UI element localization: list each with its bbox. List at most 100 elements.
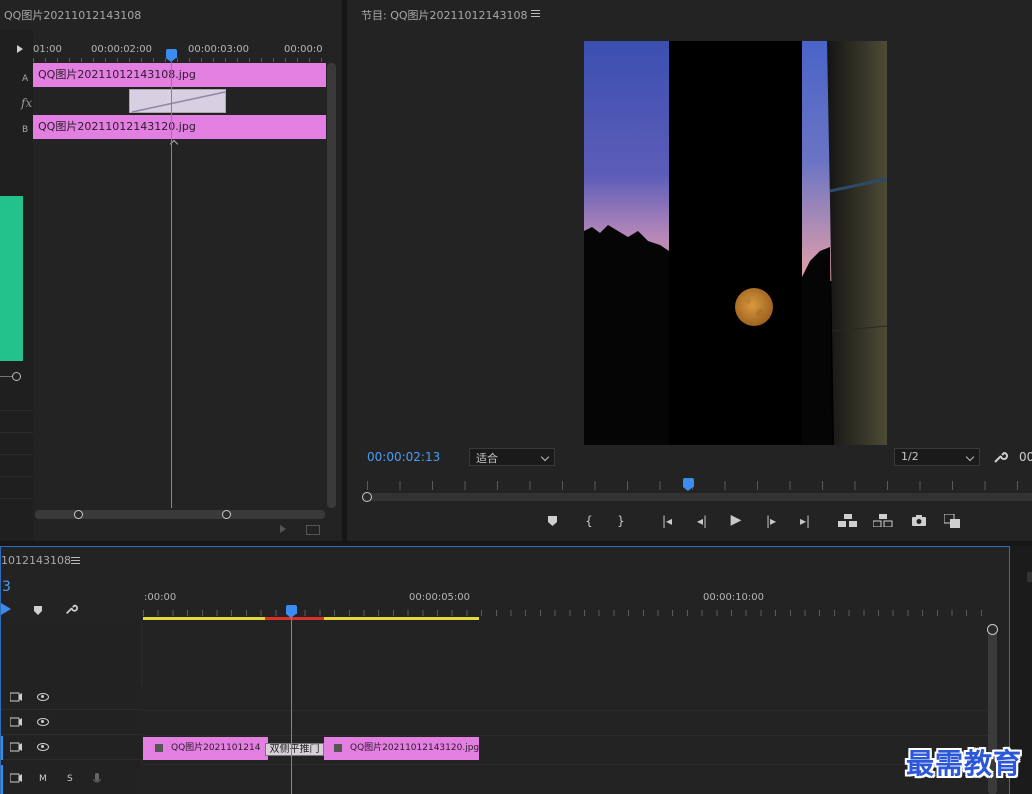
step-forward-icon[interactable]: |▸ [761, 513, 781, 529]
program-monitor: 节目: QQ图片20211012143108 00:00:02:13 适合 1/… [347, 0, 1032, 541]
resolution-dropdown-value: 1/2 [901, 450, 919, 463]
play-audio-icon[interactable] [280, 525, 286, 533]
clip-a[interactable]: QQ图片20211012143108.jpg [33, 63, 326, 87]
resolution-dropdown[interactable]: 1/2 [894, 448, 980, 466]
fit-dropdown-value: 适合 [476, 452, 498, 465]
timeline-transition-label: 双侧平推门 [269, 744, 320, 755]
row-divider [0, 476, 33, 477]
track-header-v2 [1, 711, 142, 735]
clip-b-label: QQ图片20211012143120.jpg [38, 120, 196, 133]
mark-in-icon[interactable]: { [579, 513, 599, 529]
camera-icon[interactable] [912, 515, 926, 526]
fx-label: fx [21, 96, 33, 110]
fx-badge-icon [155, 743, 163, 752]
timeline-playhead[interactable] [286, 605, 297, 618]
video-track-icon[interactable] [10, 717, 22, 727]
timeline-ruler-ticks [143, 610, 987, 616]
source-playhead-handle[interactable] [166, 49, 177, 62]
right-edge-marker [1027, 572, 1032, 582]
slider-line [0, 376, 12, 377]
comparison-view-icon[interactable] [943, 513, 960, 528]
watermark: 最需教育 [906, 747, 1023, 780]
timeline-panel: 1012143108 3 :00:00 00:00:05:00 00:00:10… [0, 546, 1010, 794]
program-ruler-ticks [367, 481, 1032, 490]
wrench-icon[interactable] [992, 449, 1008, 465]
audio-track-icon[interactable] [10, 773, 22, 783]
work-area-bar[interactable] [143, 617, 265, 620]
source-ruler-label: 00:00:02:00 [91, 44, 153, 55]
snap-icon[interactable] [1, 603, 11, 615]
eye-icon[interactable] [37, 743, 49, 751]
source-panel: QQ图片20211012143108 A fx B 01:00 00:00:02… [0, 0, 342, 541]
step-back-icon[interactable]: ◂| [692, 513, 712, 529]
fit-dropdown[interactable]: 适合 [469, 448, 555, 466]
timeline-title[interactable]: 1012143108 [1, 554, 71, 567]
track-b-label: B [22, 125, 29, 135]
go-to-out-icon[interactable]: ▸| [795, 513, 815, 529]
source-ruler-label: 00:00:0 [284, 44, 323, 55]
transition-diagonal [131, 91, 226, 113]
program-timecode-duration: 00 [1019, 450, 1032, 464]
scrollbar-handle[interactable] [987, 624, 998, 635]
timeline-clip-1-label: QQ图片2021101214 [171, 743, 261, 753]
video-track-icon[interactable] [10, 742, 22, 752]
zoom-handle-left[interactable] [74, 510, 83, 519]
transition-block[interactable] [129, 89, 226, 113]
timeline-clip-1[interactable]: QQ图片2021101214 [143, 737, 268, 760]
timeline-transition[interactable]: 双侧平推门 [265, 743, 324, 756]
timeline-ruler-label: 00:00:10:00 [703, 592, 765, 603]
add-marker-icon[interactable] [34, 605, 42, 615]
clip-b[interactable]: QQ图片20211012143120.jpg [33, 115, 326, 139]
eye-icon[interactable] [37, 718, 49, 726]
slider-handle[interactable] [12, 372, 21, 381]
panel-menu-icon[interactable] [531, 10, 540, 17]
panel-menu-icon[interactable] [71, 557, 80, 564]
timeline-ruler-label: 00:00:05:00 [409, 592, 471, 603]
export-icon[interactable] [306, 525, 320, 535]
work-area-bar[interactable] [324, 617, 479, 620]
video-frame [584, 41, 887, 445]
zoom-handle-right[interactable] [222, 510, 231, 519]
lift-icon[interactable] [838, 514, 858, 527]
track-target-indicator[interactable] [1, 736, 3, 760]
eye-icon[interactable] [37, 693, 49, 701]
program-playhead[interactable] [683, 478, 694, 491]
track-row-v2 [143, 711, 987, 736]
solo-button[interactable]: S [67, 774, 73, 784]
track-row-v3 [143, 686, 987, 711]
row-divider [0, 410, 33, 411]
track-a-label: A [22, 74, 29, 84]
mark-out-icon[interactable]: } [611, 513, 631, 529]
timeline-playhead-line [291, 617, 292, 794]
source-ruler-label: 01:00 [33, 44, 62, 55]
source-ruler-label: 00:00:03:00 [188, 44, 250, 55]
row-divider [0, 432, 33, 433]
go-to-in-icon[interactable]: |◂ [657, 513, 677, 529]
timeline-wrench-icon[interactable] [64, 602, 78, 616]
play-icon[interactable]: ▶ [726, 512, 746, 528]
program-monitor-title[interactable]: 节目: QQ图片20211012143108 [361, 7, 528, 23]
video-image [584, 41, 887, 445]
chevron-down-icon [540, 452, 550, 462]
fx-badge-icon [334, 743, 342, 752]
expand-arrow-icon[interactable] [17, 45, 23, 53]
timeline-timecode[interactable]: 3 [2, 579, 11, 595]
row-divider [0, 454, 33, 455]
video-track-icon[interactable] [10, 692, 22, 702]
microphone-icon[interactable] [93, 773, 101, 785]
source-panel-title[interactable]: QQ图片20211012143108 [4, 7, 141, 23]
extract-icon[interactable] [872, 514, 893, 528]
add-marker-icon[interactable] [548, 516, 557, 526]
source-vertical-scrollbar[interactable] [327, 63, 336, 508]
chevron-down-icon [965, 452, 975, 462]
scrub-start-handle[interactable] [362, 492, 372, 502]
row-divider [0, 498, 33, 499]
mute-button[interactable]: M [39, 774, 47, 784]
track-target-indicator[interactable] [1, 765, 3, 794]
program-scrub-bar[interactable] [367, 493, 1032, 501]
timeline-clip-2-label: QQ图片20211012143120.jpg [350, 743, 479, 753]
track-header-a1: M S [1, 765, 142, 794]
program-timecode[interactable]: 00:00:02:13 [367, 450, 440, 464]
timeline-clip-2[interactable]: QQ图片20211012143120.jpg [324, 737, 479, 760]
track-header-v1 [1, 736, 142, 760]
